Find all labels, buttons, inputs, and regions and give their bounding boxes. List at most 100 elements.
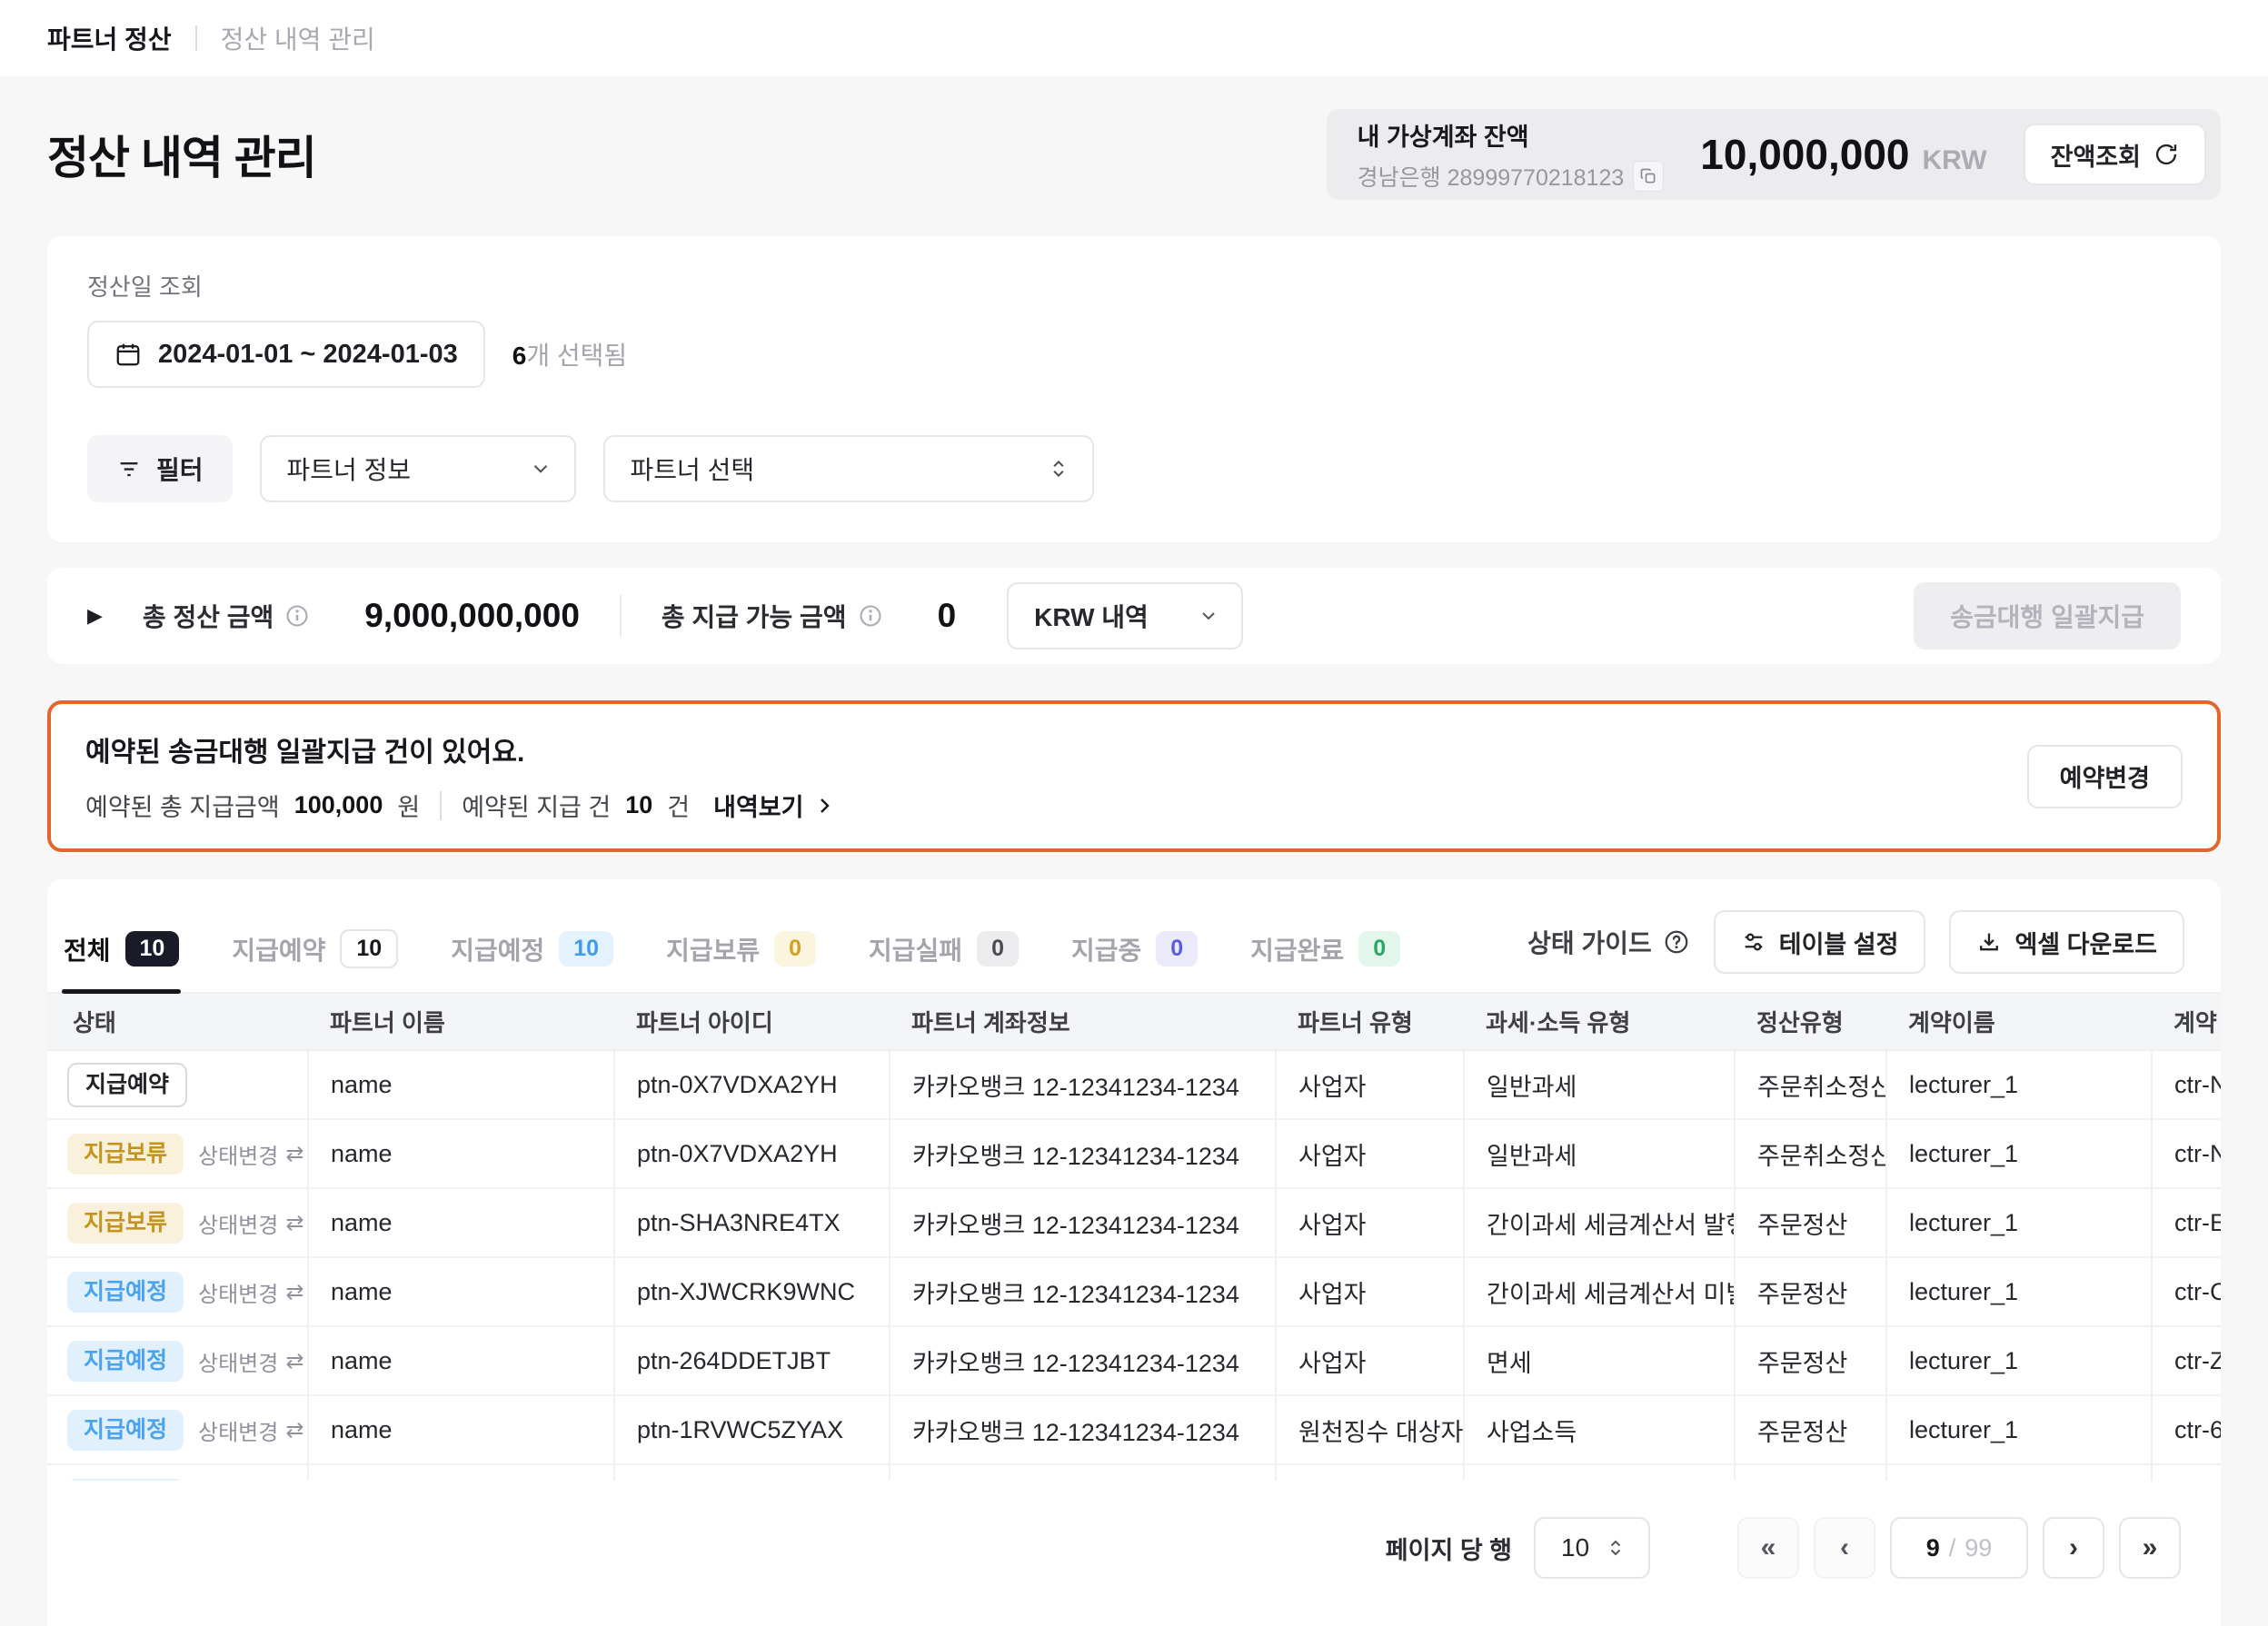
date-range-input[interactable]: 2024-01-01 ~ 2024-01-03 (87, 321, 485, 388)
status-tabs-row: 전체10 지급예약10 지급예정10 지급보류0 지급실패0 지급중 0 지급완료 0 상태 가… (47, 910, 2221, 994)
expand-caret-icon[interactable]: ▶ (87, 604, 103, 628)
change-status-link[interactable]: 상태변경⇄ (198, 1345, 303, 1377)
change-status-label: 상태변경 (198, 1207, 278, 1239)
partner-id-cell: ptn-XJWCRK9WNC (614, 1257, 890, 1326)
tab-지급보류[interactable]: 지급보류0 (664, 924, 818, 992)
change-status-label: 상태변경 (198, 1276, 278, 1308)
column-header: 파트너 계좌정보 (890, 994, 1276, 1050)
settlement-table-card: 전체10지급예약10지급예정10지급보류0지급실패0지급중0지급완료0 상태 가… (47, 879, 2221, 1626)
next-page-button[interactable]: › (2043, 1517, 2104, 1579)
column-header: 정산유형 (1735, 994, 1886, 1050)
settlement-type-cell: 주문취소정산 (1735, 1050, 1886, 1119)
tab-count-badge: 0 (1156, 931, 1198, 967)
status-badge: 지급예정 (67, 1272, 184, 1313)
account-cell: 카카오뱅크 12-12341234-1234 (890, 1395, 1276, 1464)
partner-select[interactable]: 파트너 선택 (603, 435, 1094, 502)
page-indicator[interactable]: 9 / 99 (1890, 1517, 2028, 1579)
table-row[interactable]: 지급예약nameptn-0X7VDXA2YH카카오뱅크 12-12341234-… (47, 1050, 2221, 1119)
contract-name-cell: lecturer_1 (1886, 1395, 2152, 1464)
reservation-alert: 예약된 송금대행 일괄지급 건이 있어요. 예약된 총 지급금액 100,000… (47, 700, 2221, 852)
table-row[interactable]: 지급예정상태변경⇄nameptn-264DDETJBT카카오뱅크 12-1234… (47, 1326, 2221, 1395)
table-row[interactable]: 지급보류상태변경⇄nameptn-SHA3NRE4TX카카오뱅크 12-1234… (47, 1188, 2221, 1257)
table-scroll-area[interactable]: 상태파트너 이름파트너 아이디파트너 계좌정보파트너 유형과세·소득 유형정산유… (47, 994, 2221, 1481)
account-cell: 카카오뱅크 12-12341234-1234 (890, 1464, 1276, 1481)
sliders-icon (1741, 929, 1766, 955)
status-badge: 지급보류 (67, 1203, 184, 1244)
current-page: 9 (1926, 1534, 1940, 1562)
info-icon[interactable] (284, 603, 310, 629)
partner-type-cell: 원천징수 비대상자 (1276, 1464, 1464, 1481)
tab-전체[interactable]: 전체10 (62, 924, 181, 992)
settlement-date-label: 정산일 조회 (87, 269, 2181, 302)
filter-button[interactable]: 필터 (87, 435, 233, 502)
name-cell: name (308, 1326, 614, 1395)
change-status-link[interactable]: 상태변경⇄ (198, 1207, 303, 1239)
view-details-link[interactable]: 내역보기 (713, 788, 834, 823)
contract-id-cell: ctr-N (2152, 1050, 2221, 1119)
tab-지급중[interactable]: 지급중 0 (1069, 924, 1199, 992)
page-title: 정산 내역 관리 (47, 122, 316, 187)
change-status-link[interactable]: 상태변경⇄ (198, 1414, 303, 1446)
partner-id-cell: ptn-SHA3NRE4TX (614, 1188, 890, 1257)
table-settings-button[interactable]: 테이블 설정 (1714, 910, 1926, 974)
tax-type-cell: 간이과세 세금계산서 미발행 (1464, 1257, 1735, 1326)
tab-label: 지급보류 (666, 931, 760, 967)
change-reservation-button[interactable]: 예약변경 (2027, 745, 2183, 808)
table-row[interactable]: 지급보류상태변경⇄nameptn-0X7VDXA2YH카카오뱅크 12-1234… (47, 1119, 2221, 1188)
breadcrumb-divider (195, 25, 197, 51)
alert-amount-value: 100,000 (294, 791, 383, 819)
tab-지급예약[interactable]: 지급예약10 (230, 924, 400, 992)
tab-count-badge: 0 (1358, 931, 1400, 967)
contract-id-cell: ctr-C (2152, 1257, 2221, 1326)
status-cell: 지급예정상태변경⇄ (47, 1464, 308, 1481)
excel-download-button[interactable]: 엑셀 다운로드 (1949, 910, 2184, 974)
change-status-link[interactable]: 상태변경⇄ (198, 1276, 303, 1308)
chevron-down-icon (529, 457, 552, 481)
rows-per-page-select[interactable]: 10 (1534, 1517, 1650, 1579)
partner-id-cell: ptn-1RVWC5ZYAX (614, 1395, 890, 1464)
bulk-transfer-button[interactable]: 송금대행 일괄지급 (1914, 582, 2181, 649)
name-cell: name (308, 1395, 614, 1464)
partner-info-select[interactable]: 파트너 정보 (260, 435, 576, 502)
partner-type-cell: 사업자 (1276, 1188, 1464, 1257)
account-cell: 카카오뱅크 12-12341234-1234 (890, 1326, 1276, 1395)
partner-id-cell: ptn-0X7VDXA2YH (614, 1119, 890, 1188)
breadcrumb-parent[interactable]: 파트너 정산 (47, 20, 172, 56)
prev-page-button[interactable]: ‹ (1814, 1517, 1875, 1579)
copy-account-button[interactable] (1633, 161, 1664, 192)
alert-count-unit: 건 (667, 788, 690, 823)
payable-label: 총 지급 가능 금액 (662, 598, 847, 634)
status-cell: 지급예정 상태변경⇄ (47, 1257, 308, 1326)
settlement-type-cell: 주문정산 (1735, 1188, 1886, 1257)
status-cell: 지급예정상태변경⇄ (47, 1395, 308, 1464)
partner-id-cell: ptn-CMMSQHMWW7 (614, 1464, 890, 1481)
currency-history-select[interactable]: KRW 내역 (1007, 582, 1243, 649)
tab-지급실패[interactable]: 지급실패0 (867, 924, 1020, 992)
contract-id-cell: ctr-N (2152, 1119, 2221, 1188)
balance-refresh-button[interactable]: 잔액조회 (2024, 124, 2206, 185)
tab-label: 지급완료 (1250, 931, 1344, 967)
page-head: 정산 내역 관리 내 가상계좌 잔액 경남은행 28999770218123 1… (47, 109, 2221, 200)
copy-icon (1639, 167, 1657, 185)
contract-id-cell: ctr-Z (2152, 1326, 2221, 1395)
change-status-link[interactable]: 상태변경⇄ (198, 1138, 303, 1170)
info-icon[interactable] (858, 603, 883, 629)
table-row[interactable]: 지급예정상태변경⇄nameptn-XJWCRK9WNC카카오뱅크 12-1234… (47, 1257, 2221, 1326)
filter-icon (116, 456, 142, 481)
status-badge: 지급예정 (67, 1341, 184, 1382)
summary-card: ▶ 총 정산 금액 9,000,000,000 총 지급 가능 금액 0 KRW… (47, 568, 2221, 664)
table-body: 지급예약nameptn-0X7VDXA2YH카카오뱅크 12-12341234-… (47, 1050, 2221, 1481)
table-row[interactable]: 지급예정상태변경⇄nameptn-1RVWC5ZYAX카카오뱅크 12-1234… (47, 1395, 2221, 1464)
table-row[interactable]: 지급예정상태변경⇄nameptn-CMMSQHMWW7카카오뱅크 12-1234… (47, 1464, 2221, 1481)
tax-type-cell: 일반과세 (1464, 1119, 1735, 1188)
alert-count-label: 예약된 지급 건 (462, 788, 611, 823)
balance-bank-account: 경남은행 28999770218123 (1358, 160, 1625, 193)
tab-label: 지급중 (1071, 931, 1141, 967)
status-cell: 지급예정 상태변경⇄ (47, 1326, 308, 1395)
status-guide[interactable]: 상태 가이드 (1527, 924, 1690, 960)
filter-card: 정산일 조회 2024-01-01 ~ 2024-01-03 6개 선택됨 필터… (47, 236, 2221, 542)
tab-지급예정[interactable]: 지급예정10 (449, 924, 615, 992)
tab-지급완료[interactable]: 지급완료 0 (1248, 924, 1402, 992)
last-page-button[interactable]: » (2119, 1517, 2181, 1579)
first-page-button[interactable]: « (1737, 1517, 1799, 1579)
